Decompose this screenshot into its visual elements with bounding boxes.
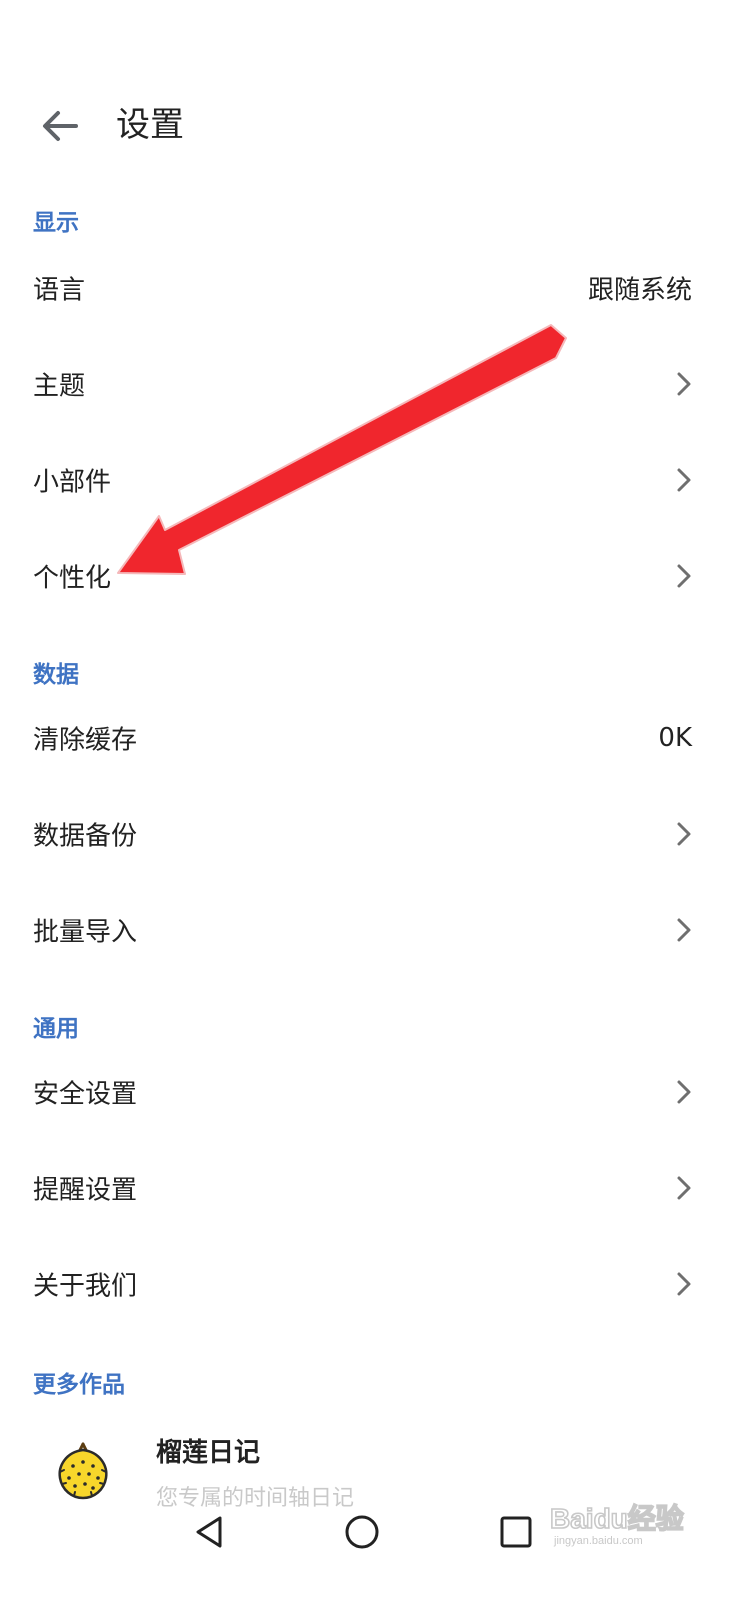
section-header-more-works: 更多作品 — [33, 1372, 125, 1398]
chevron-right-icon — [677, 372, 691, 396]
row-label: 小部件 — [33, 467, 112, 498]
row-label: 安全设置 — [33, 1079, 138, 1110]
row-label: 数据备份 — [33, 821, 138, 852]
row-label: 提醒设置 — [33, 1175, 138, 1206]
settings-row-personalize[interactable]: 个性化 — [0, 528, 738, 624]
page-title: 设置 — [116, 105, 184, 145]
section-header-general: 通用 — [33, 1016, 79, 1042]
settings-row-about[interactable]: 关于我们 — [0, 1236, 738, 1332]
durian-icon — [58, 1442, 108, 1500]
settings-row-import[interactable]: 批量导入 — [0, 882, 738, 978]
section-header-display: 显示 — [33, 210, 79, 236]
arrow-left-icon — [43, 111, 78, 141]
chevron-right-icon — [677, 468, 691, 492]
row-label: 清除缓存 — [33, 725, 138, 756]
chevron-right-icon — [677, 918, 691, 942]
chevron-right-icon — [677, 1176, 691, 1200]
watermark-subtext: jingyan.baidu.com — [553, 1535, 643, 1547]
settings-row-theme[interactable]: 主题 — [0, 336, 738, 432]
settings-row-widget[interactable]: 小部件 — [0, 432, 738, 528]
chevron-right-icon — [677, 822, 691, 846]
circle-home-icon — [345, 1515, 379, 1549]
nav-back-button[interactable] — [188, 1510, 232, 1554]
settings-screen: 设置 显示 语言 跟随系统 主题 小部件 个性化 数据 清除缓存 0K 数据备份 — [0, 0, 738, 1600]
settings-row-backup[interactable]: 数据备份 — [0, 786, 738, 882]
settings-row-clear-cache[interactable]: 清除缓存 0K — [0, 690, 738, 786]
row-value: 跟随系统 — [587, 275, 692, 306]
nav-recents-button[interactable] — [494, 1510, 538, 1554]
settings-row-reminder[interactable]: 提醒设置 — [0, 1140, 738, 1236]
settings-row-security[interactable]: 安全设置 — [0, 1044, 738, 1140]
promo-app-name: 榴莲日记 — [156, 1438, 261, 1468]
row-label: 主题 — [33, 371, 86, 402]
triangle-back-icon — [196, 1516, 222, 1548]
section-header-data: 数据 — [33, 662, 79, 688]
row-label: 关于我们 — [33, 1271, 138, 1302]
back-button[interactable] — [36, 102, 84, 150]
watermark-logo: Baidu经验 jingyan.baidu.com — [549, 1501, 684, 1547]
row-label: 语言 — [33, 275, 86, 306]
row-value: 0K — [658, 723, 692, 753]
chevron-right-icon — [677, 564, 691, 588]
nav-home-button[interactable] — [340, 1510, 384, 1554]
chevron-right-icon — [677, 1272, 691, 1296]
app-bar: 设置 — [0, 90, 738, 162]
watermark-text: Baidu经验 — [550, 1502, 684, 1534]
chevron-right-icon — [677, 1080, 691, 1104]
square-recents-icon — [500, 1516, 532, 1548]
row-label: 批量导入 — [33, 917, 138, 948]
settings-row-language[interactable]: 语言 跟随系统 — [0, 240, 738, 336]
row-label: 个性化 — [33, 563, 112, 594]
